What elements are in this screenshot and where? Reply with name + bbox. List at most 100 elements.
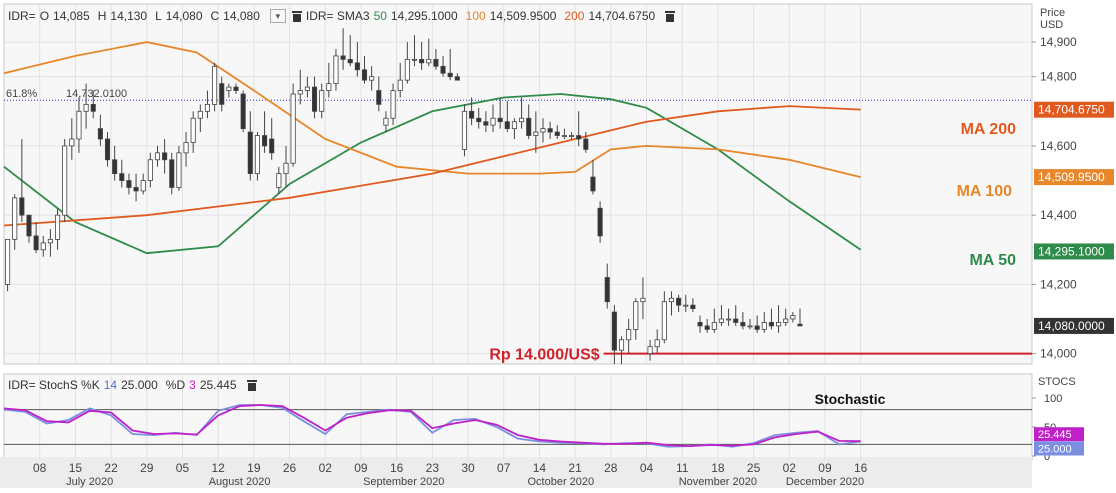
candle-body xyxy=(511,121,517,130)
candle-body xyxy=(40,242,46,251)
candle-body xyxy=(340,55,346,60)
candle-body xyxy=(490,117,496,126)
x-tick-label: 12 xyxy=(211,461,225,475)
candle-body xyxy=(283,162,289,175)
candle-body xyxy=(183,142,189,154)
x-month-label: November 2020 xyxy=(679,476,757,488)
close-key: C xyxy=(210,9,220,23)
candle-body xyxy=(526,117,532,136)
sma1-period: 50 xyxy=(373,9,387,23)
y-axis-unit: USD xyxy=(1040,19,1063,31)
candle-body xyxy=(119,173,125,181)
y-tick-label: 14,200 xyxy=(1040,277,1077,291)
candle-body xyxy=(147,159,153,181)
trash-icon[interactable] xyxy=(246,379,257,391)
x-month-label: December 2020 xyxy=(786,476,864,488)
candle-body xyxy=(154,152,161,161)
candle-body xyxy=(704,325,710,330)
candle-body xyxy=(661,301,667,341)
ma50-annotation: MA 50 xyxy=(969,252,1016,269)
candle-body xyxy=(5,238,11,285)
x-tick-label: 09 xyxy=(354,461,368,475)
candle-body xyxy=(626,328,632,341)
candle-body xyxy=(361,69,368,81)
candle-body xyxy=(611,311,617,351)
candle-body xyxy=(433,58,439,67)
stoch-tag-label: 25.000 xyxy=(1038,444,1072,456)
candle-body xyxy=(597,207,603,237)
candle-body xyxy=(240,93,246,130)
candle xyxy=(62,139,68,223)
sma2-period: 100 xyxy=(465,9,486,23)
x-tick-label: 04 xyxy=(640,461,654,475)
candle-body xyxy=(26,214,32,237)
x-month-label: August 2020 xyxy=(209,476,271,488)
chevron-down-icon[interactable]: ▾ xyxy=(269,9,286,23)
candle-body xyxy=(447,72,453,78)
candle-body xyxy=(461,110,468,150)
candle-body xyxy=(233,86,239,91)
candle xyxy=(254,132,260,181)
x-tick-label: 22 xyxy=(104,461,118,475)
candle-body xyxy=(633,301,639,330)
candle-body xyxy=(276,173,282,188)
candle-body xyxy=(668,297,675,303)
x-tick-label: 30 xyxy=(461,461,475,475)
high-value: 14,130 xyxy=(110,9,148,23)
open-value: 14,085 xyxy=(53,9,90,23)
price-tag-label: 14,509.9500 xyxy=(1038,170,1105,184)
main-plot-area xyxy=(3,3,1033,365)
stoch-d-label: %D xyxy=(165,378,186,392)
x-month-label: October 2020 xyxy=(528,476,595,488)
candle-body xyxy=(169,159,175,188)
trash-icon[interactable] xyxy=(291,10,302,22)
candle-body xyxy=(718,318,724,323)
y-tick-label: 14,400 xyxy=(1040,208,1077,222)
candle-body xyxy=(747,325,753,328)
candle-body xyxy=(176,152,182,188)
candle-body xyxy=(311,86,318,112)
candle-body xyxy=(768,322,774,327)
candle-body xyxy=(62,145,68,216)
stoch-k-value: 25.000 xyxy=(121,378,158,392)
candle-body xyxy=(319,90,325,112)
x-tick-label: 02 xyxy=(783,461,797,475)
x-tick-label: 14 xyxy=(533,461,547,475)
candle-body xyxy=(126,180,132,188)
candle-body xyxy=(604,277,610,303)
trash-icon[interactable] xyxy=(665,10,676,22)
candle-body xyxy=(411,58,418,61)
candle xyxy=(176,145,182,191)
candle-body xyxy=(733,318,739,323)
x-tick-label: 09 xyxy=(818,461,832,475)
support-label: Rp 14.000/US$ xyxy=(489,347,599,364)
x-axis-band xyxy=(0,457,1032,488)
candle-body xyxy=(469,110,475,119)
stochastic-title: Stochastic xyxy=(815,391,886,407)
candle-body xyxy=(426,58,432,64)
sma3-value: 14,704.6750 xyxy=(588,9,656,23)
candle-body xyxy=(304,86,310,91)
candle-body xyxy=(647,346,653,355)
candle-body xyxy=(547,128,553,133)
x-tick-label: 19 xyxy=(247,461,261,475)
candle-body xyxy=(133,187,139,192)
x-tick-label: 21 xyxy=(568,461,582,475)
candle-body xyxy=(247,131,253,175)
price-tag-label: 14,704.6750 xyxy=(1038,103,1105,117)
x-tick-label: 08 xyxy=(33,461,47,475)
x-month-label: July 2020 xyxy=(66,476,113,488)
x-tick-label: 23 xyxy=(426,461,440,475)
candle-body xyxy=(397,79,403,91)
candle xyxy=(240,90,246,133)
x-tick-label: 07 xyxy=(497,461,511,475)
candle-body xyxy=(618,339,625,351)
candle-body xyxy=(654,339,660,348)
stoch-label: IDR= StochS %K xyxy=(8,378,100,392)
open-key: O xyxy=(39,9,50,23)
candle-body xyxy=(554,131,560,136)
y-axis-title: Price xyxy=(1040,7,1065,19)
candle-body xyxy=(440,65,446,74)
candle-body xyxy=(740,322,746,327)
x-tick-label: 18 xyxy=(711,461,725,475)
